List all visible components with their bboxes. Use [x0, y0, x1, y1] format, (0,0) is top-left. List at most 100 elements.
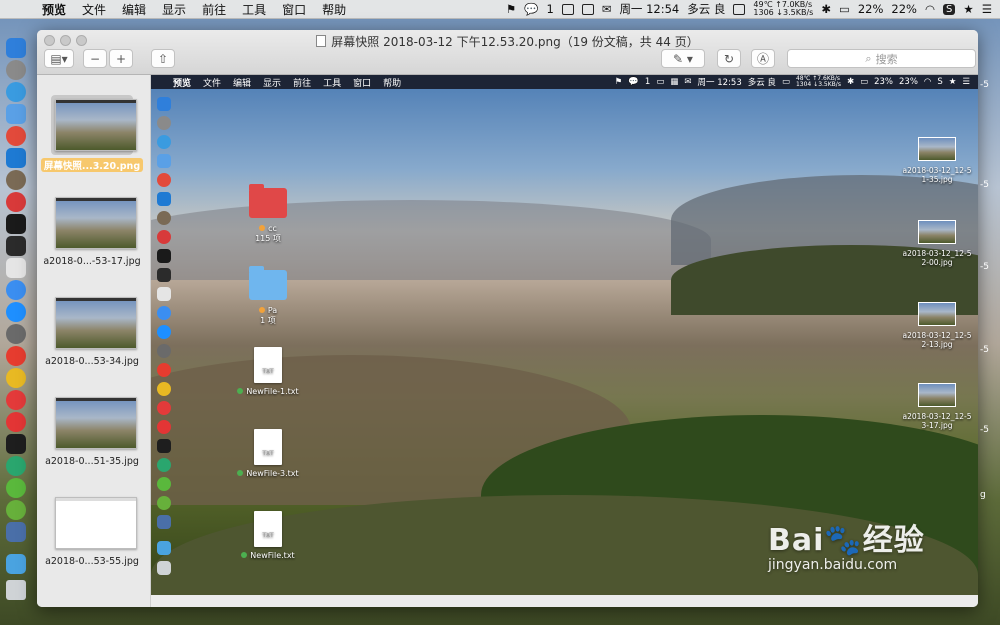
cpu-icon[interactable]: ▭	[839, 2, 850, 16]
edge-label: -5	[980, 80, 989, 90]
netease-music-icon[interactable]	[6, 192, 26, 212]
file-name-line1: a2018-03-12_12-5	[902, 412, 972, 421]
app-store-icon[interactable]	[6, 302, 26, 322]
monitor-icon[interactable]	[733, 3, 746, 15]
thumbnail-item[interactable]: a2018-0...51-35.jpg	[45, 393, 139, 467]
tag-dot	[241, 552, 248, 558]
launchpad-icon[interactable]	[6, 60, 26, 80]
download-icon[interactable]	[6, 280, 26, 300]
menu-tools[interactable]: 工具	[242, 1, 266, 18]
menu-window[interactable]: 窗口	[282, 1, 306, 18]
mail-icon[interactable]: ✉	[602, 2, 612, 16]
safari-icon[interactable]	[6, 82, 26, 102]
document-icon	[316, 35, 327, 47]
terminal-icon[interactable]	[6, 236, 26, 256]
bluetooth-icon[interactable]: ✱	[821, 2, 831, 16]
thumbnail-item[interactable]: a2018-0...53-55.jpg	[45, 493, 139, 567]
share-button[interactable]: ⇧	[151, 49, 175, 68]
weibo-icon[interactable]	[6, 390, 26, 410]
s-app-icon[interactable]: S	[943, 3, 956, 15]
inner-grid-icon: ▦	[670, 77, 679, 87]
window-title: 屏幕快照 2018-03-12 下午12.53.20.png（19 份文稿，共 …	[37, 33, 978, 50]
finder-icon[interactable]	[6, 38, 26, 58]
photo-icon[interactable]	[6, 170, 26, 190]
dock	[0, 34, 32, 614]
app-blue-icon[interactable]	[6, 522, 26, 542]
list-icon[interactable]: ☰	[982, 2, 992, 16]
menu-help[interactable]: 帮助	[322, 1, 346, 18]
rotate-button[interactable]: ↻	[717, 49, 741, 68]
activity-monitor-icon[interactable]	[6, 214, 26, 234]
zoom-in-button[interactable]: +	[109, 49, 133, 68]
trash-icon[interactable]	[6, 580, 26, 600]
wifi-icon[interactable]: ◠	[925, 2, 935, 16]
inner-wifi-icon: ◠	[923, 77, 932, 87]
paw-icon: 🐾	[824, 523, 863, 558]
file-name-line1: a2018-03-12_12-5	[902, 249, 972, 258]
watermark-url: jingyan.baidu.com	[768, 557, 898, 573]
titlebar: 屏幕快照 2018-03-12 下午12.53.20.png（19 份文稿，共 …	[37, 30, 978, 75]
system-prefs-icon[interactable]	[6, 324, 26, 344]
txt-file-icon: TXT	[254, 347, 282, 383]
edge-label: -5	[980, 425, 989, 435]
folder-icon	[249, 266, 287, 300]
markup-pen-button[interactable]: ✎ ▾	[661, 49, 705, 68]
inner-console-icon	[157, 439, 171, 453]
thumbnail-item[interactable]: a2018-0...-53-17.jpg	[43, 193, 141, 267]
display-icon[interactable]	[561, 3, 574, 15]
file-name-line1: a2018-03-12_12-5	[902, 331, 972, 340]
menu-file[interactable]: 文件	[82, 1, 106, 18]
console-icon[interactable]	[6, 434, 26, 454]
thumbnail-item[interactable]: a2018-0...53-34.jpg	[45, 293, 139, 367]
inner-display-icon: ▭	[656, 77, 665, 87]
horizontal-scrollbar[interactable]	[151, 595, 978, 607]
menu-go[interactable]: 前往	[202, 1, 226, 18]
chrome-icon[interactable]	[6, 368, 26, 388]
mem-readout: 1306	[753, 8, 774, 17]
inner-trash-icon	[157, 561, 171, 575]
sidebar-toggle-button[interactable]: ▤▾	[44, 49, 74, 68]
weather[interactable]: 多云 良	[687, 1, 725, 17]
desktop-image-file: a2018-03-12_12-5 3-17.jpg	[897, 383, 977, 430]
battery-percent[interactable]: 22%	[891, 2, 917, 16]
menu-view[interactable]: 显示	[162, 1, 186, 18]
wechat-dock-icon[interactable]	[6, 478, 26, 498]
menu-edit[interactable]: 编辑	[122, 1, 146, 18]
inner-menubar: 预览 文件 编辑 显示 前往 工具 窗口 帮助 ⚑ 💬 1 ▭ ▦ ✉ 周一 1…	[151, 75, 978, 89]
file-name-line2: 3-17.jpg	[921, 421, 953, 430]
vivaldi-icon[interactable]	[6, 412, 26, 432]
zoom-out-button[interactable]: −	[83, 49, 107, 68]
thumbnail-item[interactable]: 屏幕快照...3.20.png	[41, 95, 143, 172]
inner-bookmark-icon: ⚑	[614, 77, 623, 87]
grid-icon[interactable]	[581, 3, 594, 15]
inner-folder-icon	[157, 541, 171, 555]
inner-battery: 23%	[899, 77, 918, 87]
search-input[interactable]: ⌕ 搜索	[787, 49, 976, 68]
bookmark-icon[interactable]: ⚑	[506, 2, 516, 16]
file-name-line2: 2-00.jpg	[921, 258, 953, 267]
app-green-icon[interactable]	[6, 456, 26, 476]
inner-music-icon	[157, 230, 171, 244]
inner-finder-icon	[157, 97, 171, 111]
system-stats[interactable]: 49℃ ↑7.0KB/s 1306 ↓3.5KB/s	[753, 1, 813, 17]
inner-mem: 1304	[795, 81, 812, 88]
inner-safari-icon	[157, 135, 171, 149]
menu-app[interactable]: 预览	[42, 1, 66, 18]
markup-toolbar-button[interactable]: Ⓐ	[751, 49, 775, 68]
downloads-folder-icon[interactable]	[6, 554, 26, 574]
wechat-count: 1	[546, 2, 554, 16]
yandex-icon[interactable]	[6, 346, 26, 366]
inner-wechat-icon: 💬	[628, 77, 639, 87]
preview-icon[interactable]	[6, 258, 26, 278]
android-icon[interactable]	[6, 500, 26, 520]
app-red-icon[interactable]	[6, 126, 26, 146]
teamviewer-icon[interactable]	[6, 148, 26, 168]
desktop-folder: Pa 1 项	[233, 266, 303, 326]
watermark-brand2: 经验	[862, 523, 925, 558]
contacts-icon[interactable]	[6, 104, 26, 124]
desktop-image-file: a2018-03-12_12-5 1-35.jpg	[897, 137, 977, 184]
wechat-icon[interactable]: 💬	[524, 2, 538, 16]
clock[interactable]: 周一 12:54	[619, 1, 679, 17]
inner-android-icon	[157, 496, 171, 510]
star-icon[interactable]: ★	[963, 2, 973, 16]
